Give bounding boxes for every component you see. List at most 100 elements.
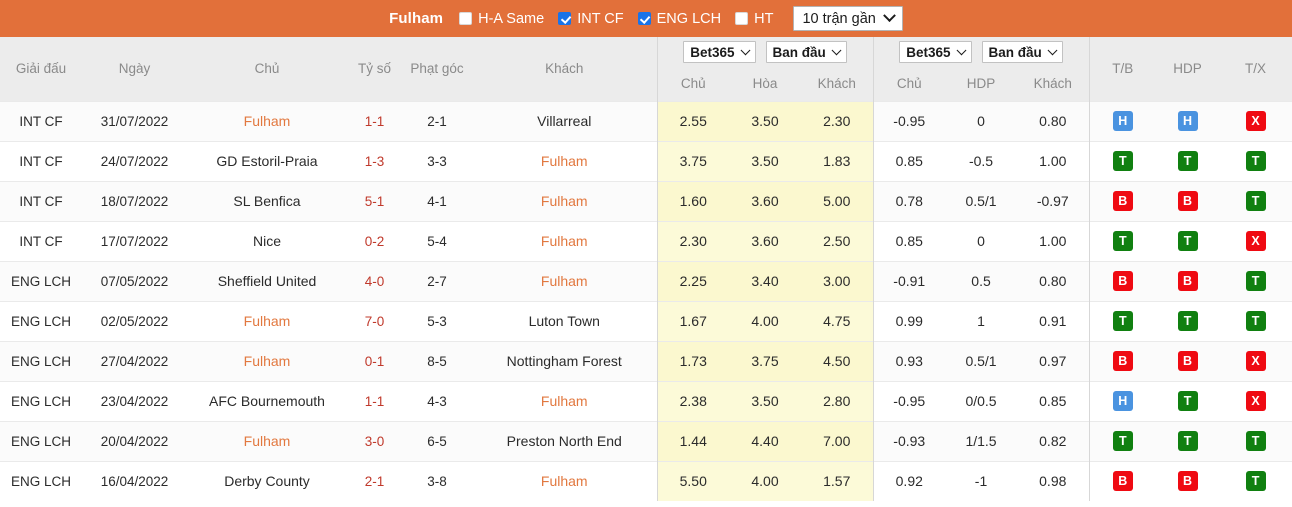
cell-odds2-away: 0.80 (1017, 260, 1090, 301)
col-header-odds2-hdp: HDP (945, 67, 1018, 101)
away-team-name: Preston North End (506, 433, 622, 449)
home-team-name: Fulham (243, 313, 291, 329)
table-row[interactable]: INT CF 18/07/2022 SL Benfica 5-1 4-1 Fulham 1.… (0, 180, 1292, 221)
cell-date: 24/07/2022 (82, 140, 187, 181)
cell-score: 5-1 (347, 180, 402, 221)
filter-ht[interactable]: HT (735, 11, 773, 27)
cell-score: 3-0 (347, 420, 402, 461)
cell-hdp: T (1156, 300, 1220, 341)
checkbox-ha-same[interactable] (459, 12, 473, 25)
cell-date: 17/07/2022 (82, 220, 187, 261)
table-row[interactable]: INT CF 31/07/2022 Fulham 1-1 2-1 Villarreal 2.… (0, 100, 1292, 141)
checkbox-eng-lch[interactable] (637, 12, 651, 25)
table-row[interactable]: ENG LCH 02/05/2022 Fulham 7-0 5-3 Luton Town 1… (0, 300, 1292, 341)
match-range-select[interactable]: 10 trận gần (793, 6, 903, 31)
cell-odds1-home: 3.75 (656, 140, 729, 181)
filter-eng-lch-label: ENG LCH (656, 10, 722, 27)
table-row[interactable]: ENG LCH 20/04/2022 Fulham 3-0 6-5 Preston Nor… (0, 420, 1292, 461)
cell-date: 16/04/2022 (82, 460, 187, 501)
cell-away-team[interactable]: Luton Town (472, 300, 657, 341)
cell-odds1-draw: 4.00 (729, 300, 801, 341)
cell-score: 4-0 (347, 260, 402, 301)
cell-odds2-home: -0.95 (872, 380, 946, 421)
cell-odds2-hdp: -0.5 (945, 140, 1018, 181)
bookmaker-select-2[interactable]: Bet365 (899, 41, 972, 63)
home-team-name: Fulham (243, 113, 291, 129)
cell-league: ENG LCH (0, 460, 82, 501)
cell-away-team[interactable]: Fulham (472, 220, 657, 261)
cell-home-team[interactable]: Fulham (187, 100, 347, 141)
cell-corner: 8-5 (402, 340, 472, 381)
cell-odds2-hdp: 1 (945, 300, 1018, 341)
cell-hdp-badge: T (1177, 431, 1198, 451)
odds-type-select-2[interactable]: Ban đầu (981, 41, 1063, 63)
cell-hdp-badge: B (1177, 471, 1198, 492)
cell-hdp: T (1156, 380, 1220, 421)
cell-home-team[interactable]: Fulham (187, 340, 347, 381)
cell-away-team[interactable]: Fulham (472, 260, 657, 301)
col-header-odds1-home: Chủ (656, 67, 729, 101)
cell-tb-badge: T (1112, 151, 1133, 171)
cell-odds1-away: 4.75 (801, 300, 874, 341)
cell-date: 23/04/2022 (82, 380, 187, 421)
table-row[interactable]: ENG LCH 16/04/2022 Derby County 2-1 3-8 Fulha… (0, 460, 1292, 501)
bookmaker-select-1[interactable]: Bet365 (683, 41, 756, 63)
table-row[interactable]: INT CF 17/07/2022 Nice 0-2 5-4 Fulham 2.30 3.60… (0, 220, 1292, 261)
odds-type-select-2-value: Ban đầu (988, 44, 1042, 60)
cell-tb: B (1088, 260, 1157, 301)
odds-type-select-1[interactable]: Ban đầu (765, 41, 847, 63)
cell-home-team[interactable]: AFC Bournemouth (187, 380, 347, 421)
filter-eng-lch[interactable]: ENG LCH (637, 10, 722, 27)
odds-group-1-header: Bet365 Ban đầu (656, 37, 874, 67)
cell-tb-badge: H (1112, 391, 1133, 411)
filter-ha-same[interactable]: H-A Same (459, 11, 544, 27)
cell-home-team[interactable]: GD Estoril-Praia (187, 140, 347, 181)
cell-away-team[interactable]: Preston North End (472, 420, 657, 461)
cell-away-team[interactable]: Fulham (472, 180, 657, 221)
cell-tx: T (1219, 420, 1292, 461)
cell-odds1-draw: 4.40 (729, 420, 801, 461)
cell-score: 0-2 (347, 220, 402, 261)
cell-hdp-badge: T (1177, 231, 1198, 251)
cell-home-team[interactable]: Fulham (187, 300, 347, 341)
cell-date: 20/04/2022 (82, 420, 187, 461)
cell-odds2-away: 0.98 (1017, 460, 1090, 501)
cell-home-team[interactable]: SL Benfica (187, 180, 347, 221)
cell-away-team[interactable]: Fulham (472, 460, 657, 501)
col-header-odds2-home: Chủ (872, 67, 946, 101)
cell-tb: H (1088, 100, 1157, 141)
cell-tb-badge: B (1112, 351, 1133, 371)
cell-away-team[interactable]: Villarreal (472, 100, 657, 141)
table-row[interactable]: ENG LCH 27/04/2022 Fulham 0-1 8-5 Nottingham … (0, 340, 1292, 381)
cell-odds2-hdp: 0.5/1 (945, 340, 1018, 381)
cell-hdp-badge: B (1177, 271, 1198, 291)
cell-corner: 6-5 (402, 420, 472, 461)
table-row[interactable]: ENG LCH 23/04/2022 AFC Bournemouth 1-1 4-3 Fu… (0, 380, 1292, 421)
table-row[interactable]: ENG LCH 07/05/2022 Sheffield United 4-0 2-7 F… (0, 260, 1292, 301)
cell-home-team[interactable]: Fulham (187, 420, 347, 461)
cell-home-team[interactable]: Nice (187, 220, 347, 261)
table-row[interactable]: INT CF 24/07/2022 GD Estoril-Praia 1-3 3-3 Fu… (0, 140, 1292, 181)
match-range-value: 10 trận gần (802, 10, 876, 27)
cell-odds1-away: 5.00 (801, 180, 874, 221)
cell-away-team[interactable]: Fulham (472, 140, 657, 181)
cell-odds1-draw: 4.00 (729, 460, 801, 501)
cell-odds1-away: 7.00 (801, 420, 874, 461)
cell-away-team[interactable]: Nottingham Forest (472, 340, 657, 381)
cell-date: 31/07/2022 (82, 100, 187, 141)
filter-ht-label: HT (754, 10, 774, 27)
cell-odds2-away: 0.97 (1017, 340, 1090, 381)
cell-score: 1-1 (347, 100, 402, 141)
filter-int-cf[interactable]: INT CF (558, 11, 624, 27)
cell-away-team[interactable]: Fulham (472, 380, 657, 421)
cell-home-team[interactable]: Derby County (187, 460, 347, 501)
away-team-name: Fulham (540, 193, 588, 209)
cell-home-team[interactable]: Sheffield United (187, 260, 347, 301)
cell-tb-badge: T (1112, 231, 1133, 251)
cell-date: 02/05/2022 (82, 300, 187, 341)
cell-odds1-home: 2.25 (656, 260, 729, 301)
checkbox-int-cf[interactable] (558, 12, 572, 25)
cell-odds1-home: 5.50 (656, 460, 729, 501)
checkbox-ht[interactable] (735, 12, 749, 25)
col-header-score: Tỷ số (347, 37, 402, 101)
